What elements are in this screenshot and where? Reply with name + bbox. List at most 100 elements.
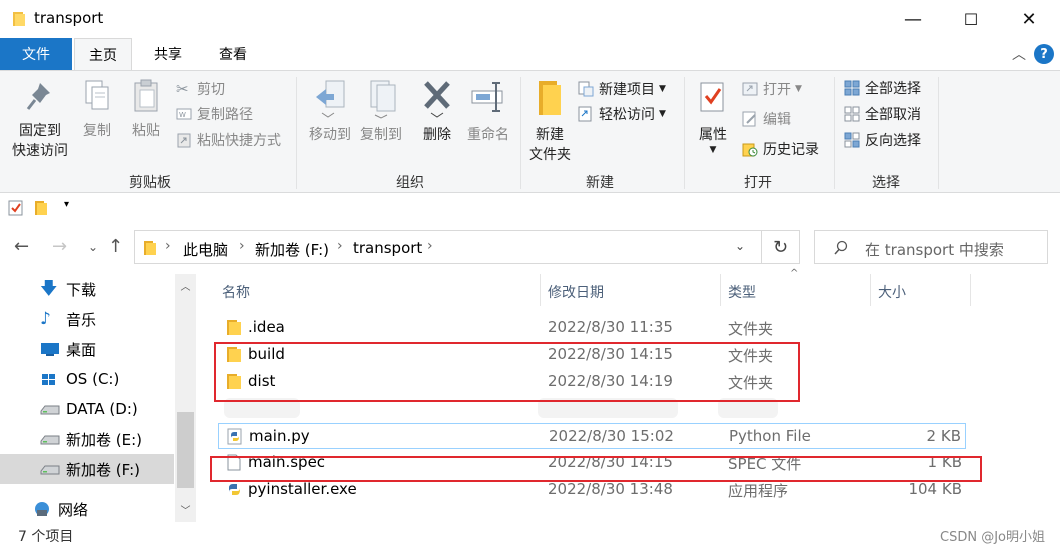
rename-button[interactable]: 重命名 [462,79,514,145]
ribbon-divider [296,77,297,189]
copy-icon [85,80,109,110]
customize-toolbar-icon[interactable]: ▾ [64,199,69,210]
paste-shortcut-button[interactable]: 粘贴快捷方式 [176,128,281,152]
address-bar[interactable]: › 此电脑 › 新加卷 (F:) › transport › ⌄ [134,230,762,264]
properties-icon[interactable] [8,200,24,216]
refresh-icon: ↻ [772,236,789,258]
help-icon[interactable]: ? [1034,44,1054,64]
pin-quick-access-button[interactable]: 固定到 快速访问 [6,79,74,161]
edit-label: 编辑 [763,112,791,128]
minimize-button[interactable]: — [884,0,942,38]
nav-item-label: 音乐 [66,310,97,329]
tab-file[interactable]: 文件 [0,38,72,70]
collapse-ribbon-icon[interactable]: ︿ [1012,44,1026,64]
breadcrumb-drive-f[interactable]: 新加卷 (F:) [255,239,329,260]
cut-button[interactable]: ✂ 剪切 [176,77,225,101]
open-button[interactable]: 打开 ▼ [742,77,802,101]
column-header-date[interactable]: 修改日期 [548,282,604,302]
breadcrumb-separator[interactable]: › [239,238,245,254]
copy-path-button[interactable]: W 复制路径 [176,102,253,126]
drive-icon [40,465,60,475]
search-input[interactable]: 在 transport 中搜索 [814,230,1048,264]
nav-scrollbar-thumb[interactable] [177,412,194,488]
move-to-button[interactable]: 移动到 [304,79,356,145]
file-size: 104 KB [908,480,962,498]
properties-button[interactable]: 属性 ▼ [690,79,736,155]
python-exe-icon [229,484,240,495]
breadcrumb-separator[interactable]: › [337,238,343,254]
column-header-size[interactable]: 大小 [878,282,906,302]
network-icon [35,502,49,516]
nav-item-downloads[interactable]: 🡇 下载 [0,274,174,304]
nav-item-drive-c[interactable]: OS (C:) [0,364,174,394]
paste-shortcut-label: 粘贴快捷方式 [197,133,281,149]
new-folder-button[interactable]: 新建 文件夹 [524,79,576,165]
table-row[interactable]: main.py 2022/8/30 15:02 Python File 2 KB [218,423,966,449]
back-arrow-icon[interactable]: ← [14,236,29,257]
copy-to-icon [370,80,396,119]
scroll-up-icon[interactable]: ︿ [177,278,194,293]
nav-item-drive-f[interactable]: 新加卷 (F:) [0,454,174,484]
select-all-button[interactable]: 全部选择 [844,76,921,100]
delete-button[interactable]: 删除 [414,79,460,145]
breadcrumb-this-pc[interactable]: 此电脑 [183,239,228,260]
column-divider[interactable] [720,274,721,306]
invert-selection-button[interactable]: 反向选择 [844,128,921,152]
nav-item-desktop[interactable]: 桌面 [0,334,174,364]
title-bar: transport — ☐ ✕ [0,0,1060,38]
nav-item-label: OS (C:) [66,370,120,388]
column-header-type[interactable]: 类型 [728,282,756,302]
paste-label: 粘贴 [132,123,160,139]
breadcrumb-separator[interactable]: › [165,238,171,254]
move-to-label: 移动到 [309,127,351,143]
history-button[interactable]: 历史记录 [742,137,819,161]
select-all-label: 全部选择 [865,81,921,97]
dropdown-icon: ▼ [659,109,666,119]
refresh-button[interactable]: ↻ [762,230,800,264]
table-row[interactable]: .idea 2022/8/30 11:35 文件夹 [218,315,966,341]
breadcrumb-separator[interactable]: › [427,238,433,254]
ribbon-divider [938,77,939,189]
column-divider[interactable] [540,274,541,306]
new-folder-label-2: 文件夹 [529,147,571,163]
ribbon-divider [684,77,685,189]
easy-access-button[interactable]: 轻松访问 ▼ [578,102,666,126]
forward-arrow-icon[interactable]: → [52,236,67,257]
select-group-label: 选择 [872,175,900,191]
tab-share[interactable]: 共享 [140,38,196,70]
maximize-button[interactable]: ☐ [942,0,1000,38]
scroll-down-icon[interactable]: ﹀ [177,502,194,517]
file-name: pyinstaller.exe [248,480,357,498]
close-button[interactable]: ✕ [1000,0,1058,38]
recent-locations-icon[interactable]: ⌄ [88,240,98,254]
edit-button[interactable]: 编辑 [742,107,791,131]
column-divider[interactable] [870,274,871,306]
dropdown-icon: ▼ [709,145,717,155]
nav-item-music[interactable]: ♪ 音乐 [0,304,174,334]
nav-item-drive-e[interactable]: 新加卷 (E:) [0,424,174,454]
tab-home[interactable]: 主页 [74,38,132,71]
paste-button[interactable]: 粘贴 [124,79,168,141]
new-folder-icon[interactable] [34,200,48,216]
breadcrumb-transport[interactable]: transport [353,239,422,257]
column-header-name[interactable]: 名称 [222,282,250,302]
nav-item-drive-d[interactable]: DATA (D:) [0,394,174,424]
nav-item-network[interactable]: 网络 [0,494,174,524]
properties-label: 属性 [699,127,727,143]
column-divider[interactable] [970,274,971,306]
tab-view[interactable]: 查看 [204,38,262,70]
cut-label: 剪切 [197,82,225,98]
new-item-button[interactable]: 新建项目 ▼ [578,77,666,101]
address-history-chevron-icon[interactable]: ⌄ [735,239,745,253]
download-arrow-icon: 🡇 [40,279,58,299]
up-arrow-icon[interactable]: ↑ [108,236,123,257]
copy-to-button[interactable]: 复制到 [356,79,406,145]
organize-group-label: 组织 [396,175,424,191]
clipboard-group-label: 剪贴板 [129,175,171,191]
search-icon [834,240,848,255]
pin-label-2: 快速访问 [12,143,68,159]
select-none-button[interactable]: 全部取消 [844,102,921,126]
item-count: 7 个项目 [18,529,74,545]
copy-to-label: 复制到 [360,127,402,143]
copy-button[interactable]: 复制 [76,79,118,141]
